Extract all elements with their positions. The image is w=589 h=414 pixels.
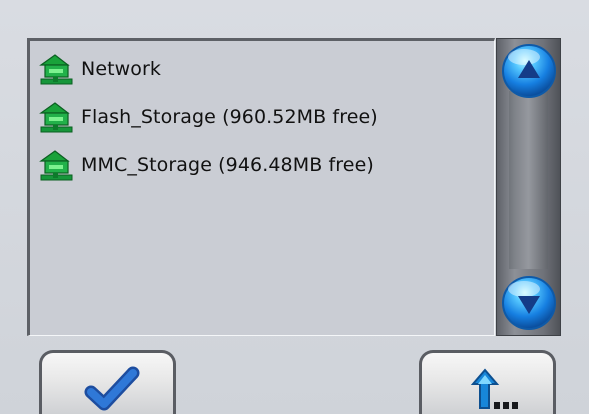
storage-drive-icon bbox=[39, 150, 73, 181]
confirm-button[interactable] bbox=[39, 350, 176, 414]
scroll-up-icon[interactable] bbox=[500, 42, 558, 100]
file-browser-screen: Network Flash_Storage (960.52MB free) MM… bbox=[0, 0, 589, 414]
network-drive-icon bbox=[39, 54, 73, 85]
up-folder-icon bbox=[470, 368, 518, 409]
list-item-label: Network bbox=[81, 58, 162, 80]
scroll-down-icon[interactable] bbox=[500, 274, 558, 332]
vertical-scrollbar[interactable] bbox=[496, 38, 561, 336]
drive-list: Network Flash_Storage (960.52MB free) MM… bbox=[27, 38, 495, 336]
checkmark-icon bbox=[84, 366, 140, 411]
list-item-label: MMC_Storage (946.48MB free) bbox=[81, 154, 374, 176]
storage-drive-icon bbox=[39, 102, 73, 133]
list-item-mmc-storage[interactable]: MMC_Storage (946.48MB free) bbox=[37, 145, 492, 185]
list-item-network[interactable]: Network bbox=[37, 49, 492, 89]
scrollbar-track[interactable] bbox=[509, 91, 548, 269]
up-folder-button[interactable] bbox=[419, 350, 556, 414]
list-item-label: Flash_Storage (960.52MB free) bbox=[81, 106, 378, 128]
list-item-flash-storage[interactable]: Flash_Storage (960.52MB free) bbox=[37, 97, 492, 137]
